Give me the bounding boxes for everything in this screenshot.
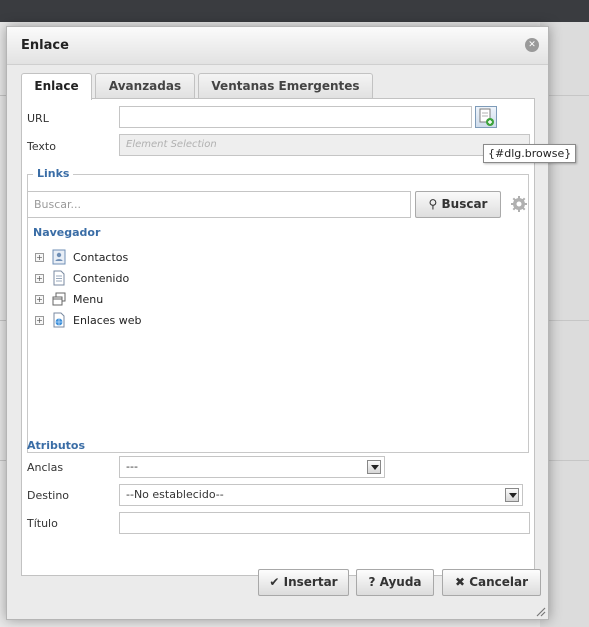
close-icon[interactable]: ✕: [525, 38, 539, 52]
tab-ventanas-emergentes[interactable]: Ventanas Emergentes: [198, 73, 373, 98]
cancel-button[interactable]: ✖ Cancelar: [442, 569, 541, 596]
browse-tooltip: {#dlg.browse}: [483, 144, 577, 163]
cancel-button-label: Cancelar: [469, 575, 529, 589]
title-input[interactable]: [119, 512, 530, 534]
tree-item-label: Contenido: [73, 272, 130, 285]
browse-button[interactable]: [475, 106, 497, 128]
help-button-label: Ayuda: [379, 575, 422, 589]
tree-item-label: Menu: [73, 293, 104, 306]
navigator-heading: Navegador: [33, 226, 101, 239]
gear-icon[interactable]: [511, 196, 527, 212]
search-button[interactable]: ⚲ Buscar: [415, 191, 501, 218]
expand-icon[interactable]: +: [35, 295, 44, 304]
title-label: Título: [27, 517, 58, 530]
anchors-select[interactable]: ---: [119, 456, 385, 478]
link-dialog: Enlace ✕ Enlace Avanzadas Ventanas Emerg…: [6, 26, 577, 620]
text-label: Texto: [27, 140, 56, 153]
search-button-label: Buscar: [441, 197, 488, 211]
target-select[interactable]: --No establecido--: [119, 484, 523, 506]
url-label: URL: [27, 112, 49, 125]
dialog-header[interactable]: Enlace ✕: [7, 27, 548, 65]
browse-file-icon: [479, 108, 494, 126]
expand-icon[interactable]: +: [35, 274, 44, 283]
app-top-bar: [0, 0, 589, 22]
tab-enlace[interactable]: Enlace: [21, 73, 92, 100]
help-button[interactable]: ? Ayuda: [356, 569, 434, 596]
target-select-value: --No establecido--: [126, 488, 224, 501]
target-label: Destino: [27, 489, 70, 502]
tree-item-label: Enlaces web: [73, 314, 142, 327]
anchors-select-value: ---: [126, 460, 138, 473]
expand-icon[interactable]: +: [35, 316, 44, 325]
links-legend: Links: [33, 167, 74, 180]
chevron-down-icon[interactable]: [367, 460, 381, 474]
tab-avanzadas[interactable]: Avanzadas: [95, 73, 195, 98]
anchors-label: Anclas: [27, 461, 64, 474]
resize-handle-icon[interactable]: [534, 605, 546, 617]
attributes-heading: Atributos: [27, 439, 86, 452]
document-icon: [53, 270, 65, 286]
close-icon: ✖: [454, 575, 466, 589]
expand-icon[interactable]: +: [35, 253, 44, 262]
insert-button[interactable]: ✔ Insertar: [258, 569, 349, 596]
weblinks-icon: [53, 312, 65, 328]
help-icon: ?: [368, 575, 376, 589]
search-icon: ⚲: [428, 197, 438, 211]
links-search-input[interactable]: Buscar...: [27, 191, 411, 218]
url-input[interactable]: [119, 106, 472, 128]
insert-button-label: Insertar: [283, 575, 338, 589]
chevron-down-icon[interactable]: [505, 488, 519, 502]
dialog-title: Enlace: [21, 38, 69, 53]
contacts-icon: [52, 249, 66, 265]
check-icon: ✔: [269, 575, 280, 589]
tree-item-label: Contactos: [73, 251, 129, 264]
text-input: Element Selection: [119, 134, 530, 156]
menu-icon: [52, 292, 66, 306]
